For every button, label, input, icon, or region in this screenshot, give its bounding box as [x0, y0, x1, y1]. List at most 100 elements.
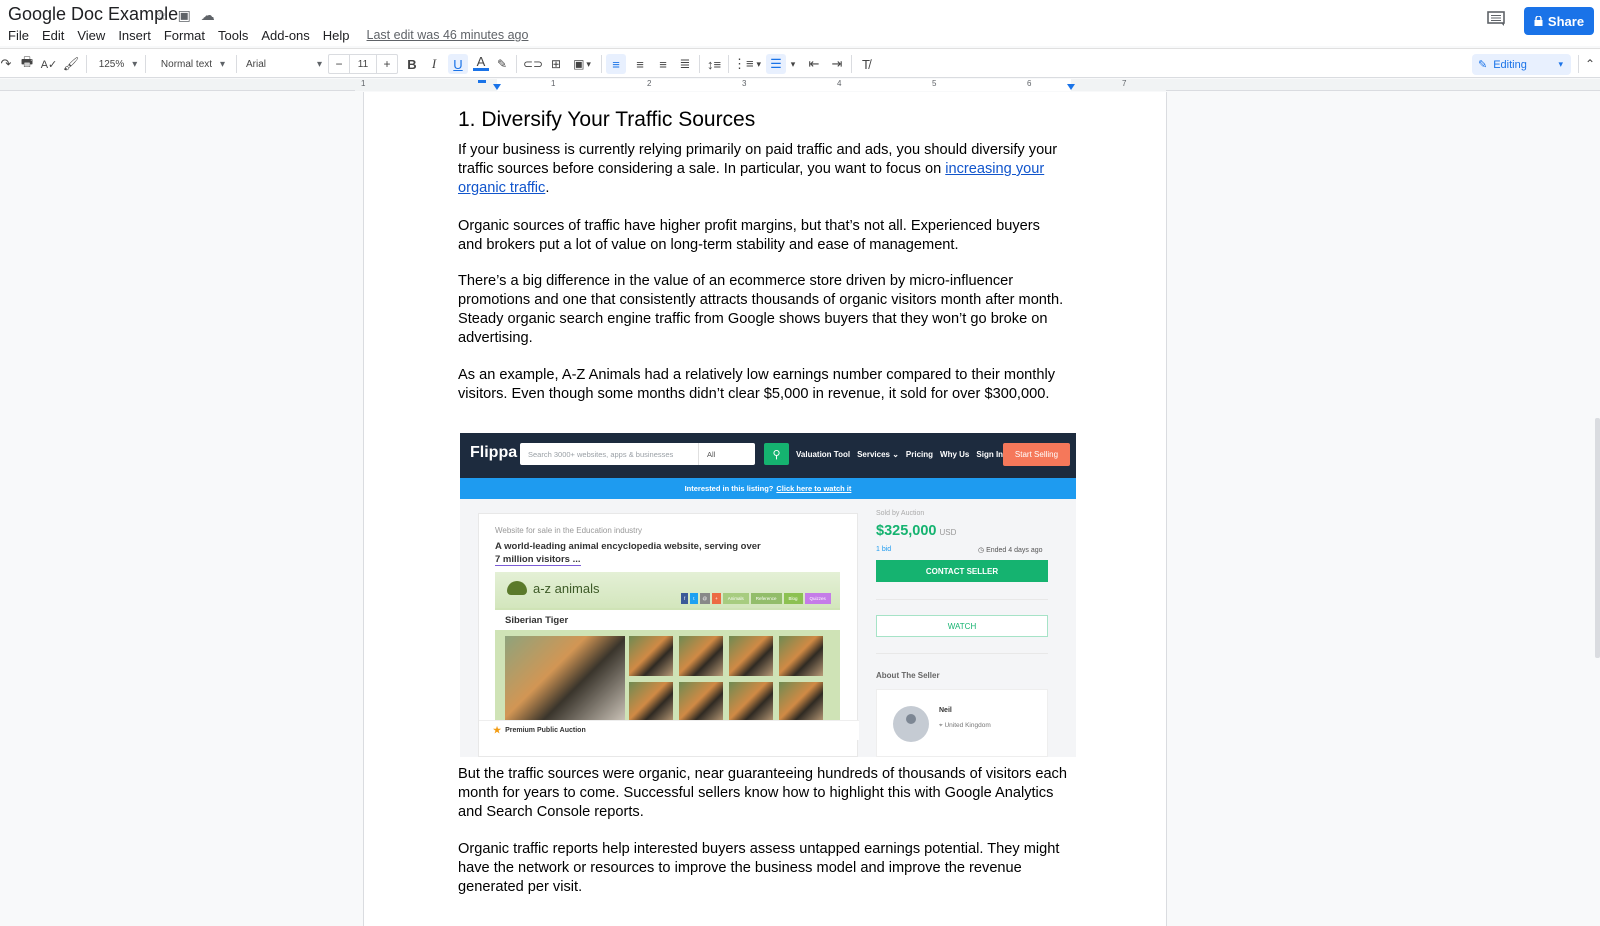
- tiger-thumbnail: [779, 682, 823, 720]
- vertical-scrollbar[interactable]: [1595, 418, 1600, 658]
- redo-icon[interactable]: ↷: [0, 54, 12, 74]
- highlight-color-icon[interactable]: ✎: [494, 54, 510, 74]
- site-page-title: Siberian Tiger: [505, 615, 569, 626]
- font-size-input[interactable]: 11: [349, 55, 377, 73]
- location-text: United Kingdom: [944, 722, 991, 729]
- ruler-number: 1: [551, 79, 556, 88]
- font-select[interactable]: Arial ▾: [246, 54, 322, 74]
- search-icon: ⚲: [764, 443, 789, 465]
- cloud-status-icon[interactable]: ☁: [201, 7, 215, 24]
- ruler-number: 5: [932, 79, 937, 88]
- editing-mode-select[interactable]: ✎ Editing ▾: [1472, 54, 1571, 75]
- left-indent-handle[interactable]: [493, 84, 501, 90]
- currency: USD: [939, 528, 957, 537]
- watch-banner: Interested in this listing? Click here t…: [460, 478, 1076, 499]
- tiger-thumbnail: [729, 682, 773, 720]
- line-spacing-icon[interactable]: ↕≡: [705, 54, 723, 74]
- embedded-flippa-screenshot[interactable]: Flippa Search 3000+ websites, apps & bus…: [460, 433, 1076, 757]
- ruler-number: 2: [647, 79, 652, 88]
- menu-edit[interactable]: Edit: [42, 28, 64, 43]
- add-comment-icon[interactable]: ⊞: [547, 54, 565, 74]
- menu-format[interactable]: Format: [164, 28, 205, 43]
- tiger-thumbnail: [629, 682, 673, 720]
- document-title[interactable]: Google Doc Example: [8, 4, 178, 25]
- zoom-select[interactable]: 125% ▾: [96, 54, 140, 74]
- flippa-navbar: Flippa Search 3000+ websites, apps & bus…: [460, 433, 1076, 478]
- plus-icon: +: [712, 593, 721, 604]
- menu-view[interactable]: View: [77, 28, 105, 43]
- print-icon[interactable]: 🖶: [18, 54, 36, 74]
- paragraph-6: Organic traffic reports help interested …: [458, 841, 1060, 895]
- decrease-indent-icon[interactable]: ⇤: [805, 54, 823, 74]
- comments-icon[interactable]: [1487, 11, 1507, 29]
- site-name: a-z animals: [533, 581, 600, 596]
- site-preview: a-z animals f t @ + Animals Reference Bl…: [495, 572, 840, 720]
- share-label: Share: [1547, 13, 1585, 29]
- share-button[interactable]: Share: [1524, 7, 1594, 35]
- star-icon[interactable]: ☆: [155, 7, 168, 24]
- site-tab: Blog: [783, 593, 803, 604]
- paint-format-icon[interactable]: 🖌: [63, 54, 80, 74]
- numbered-list-icon[interactable]: ⋮≡ ▾: [733, 54, 761, 74]
- sold-by-label: Sold by Auction: [876, 510, 925, 517]
- menu-insert[interactable]: Insert: [118, 28, 151, 43]
- increase-indent-icon[interactable]: ⇥: [828, 54, 846, 74]
- title-bar: Google Doc Example ☆ ▣ ☁ File Edit View …: [0, 0, 1600, 46]
- bid-count: 1 bid: [876, 546, 892, 553]
- price-value: $325,000: [876, 523, 937, 539]
- site-tab: Reference: [750, 593, 782, 604]
- lock-icon: [1534, 14, 1543, 29]
- align-justify-icon[interactable]: ≣: [676, 54, 694, 74]
- description-line: 7 million visitors ...: [495, 553, 581, 566]
- listing-description: A world-leading animal encyclopedia webs…: [495, 541, 795, 566]
- insert-image-icon[interactable]: ▣ ▾: [569, 54, 595, 74]
- font-size-stepper: − 11 +: [328, 54, 398, 74]
- auction-ended: ◷ Ended 4 days ago: [978, 546, 1043, 554]
- align-left-icon[interactable]: ≡: [606, 54, 626, 74]
- bulleted-list-icon[interactable]: ☰: [766, 54, 786, 74]
- tiger-thumbnail: [629, 636, 673, 676]
- increase-font-size-button[interactable]: +: [377, 55, 397, 73]
- paragraph-5: But the traffic sources were organic, ne…: [458, 766, 1067, 820]
- seller-location: ⌖ United Kingdom: [939, 722, 991, 730]
- ruler-number: 6: [1027, 79, 1032, 88]
- menu-addons[interactable]: Add-ons: [261, 28, 309, 43]
- italic-icon[interactable]: I: [426, 54, 442, 74]
- underline-icon[interactable]: U: [448, 54, 468, 74]
- align-center-icon[interactable]: ≡: [631, 54, 649, 74]
- menu-tools[interactable]: Tools: [218, 28, 248, 43]
- site-tab: Animals: [722, 593, 749, 604]
- paragraph-3: There’s a big difference in the value of…: [458, 273, 1064, 346]
- paragraph-style-select[interactable]: Normal text ▾: [155, 54, 231, 74]
- font-value: Arial: [246, 58, 267, 70]
- collapse-menus-icon[interactable]: ⌃: [1583, 54, 1597, 74]
- tiger-thumbnail: [729, 636, 773, 676]
- insert-link-icon[interactable]: ⊂⊃: [523, 54, 543, 74]
- nav-services: Services ⌄: [857, 450, 899, 459]
- tiger-thumbnail: [679, 636, 723, 676]
- bold-icon[interactable]: B: [404, 54, 420, 74]
- text-color-icon[interactable]: A: [473, 54, 489, 71]
- menu-help[interactable]: Help: [323, 28, 350, 43]
- nav-sign-in: Sign In: [976, 450, 1004, 459]
- editing-mode-label: Editing: [1493, 58, 1527, 71]
- align-right-icon[interactable]: ≡: [654, 54, 672, 74]
- move-to-folder-icon[interactable]: ▣: [178, 7, 191, 24]
- search-placeholder: Search 3000+ websites, apps & businesses: [528, 449, 674, 459]
- spellcheck-icon[interactable]: A✓: [40, 54, 58, 74]
- premium-text: Premium Public Auction: [505, 727, 586, 734]
- email-icon: @: [699, 593, 711, 604]
- nav-pricing: Pricing: [905, 450, 934, 459]
- last-edit-link[interactable]: Last edit was 46 minutes ago: [367, 28, 529, 43]
- bulleted-list-dropdown-icon[interactable]: ▾: [788, 54, 798, 74]
- first-line-indent-handle[interactable]: [478, 80, 486, 83]
- right-indent-handle[interactable]: [1067, 84, 1075, 90]
- style-value: Normal text: [160, 58, 213, 70]
- decrease-font-size-button[interactable]: −: [329, 55, 349, 73]
- auction-sidebar: Sold by Auction $325,000 USD 1 bid ◷ Ende…: [870, 503, 1065, 757]
- seller-card: Neil ⌖ United Kingdom: [876, 689, 1048, 757]
- sale-price: $325,000 USD: [876, 523, 956, 539]
- watch-button: WATCH: [876, 615, 1048, 637]
- clear-formatting-icon[interactable]: T̸: [857, 54, 875, 74]
- menu-file[interactable]: File: [8, 28, 29, 43]
